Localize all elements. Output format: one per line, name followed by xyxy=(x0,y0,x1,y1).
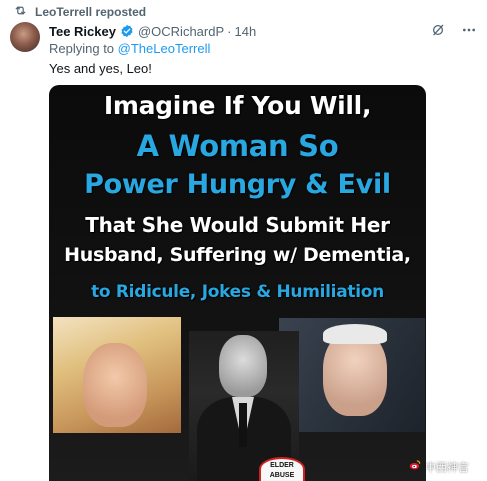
author-name[interactable]: Tee Rickey xyxy=(49,24,116,39)
tweet-header: Tee Rickey @OCRichardP · 14h xyxy=(49,22,477,40)
separator-dot: · xyxy=(227,23,232,39)
meme-line-3: Power Hungry & Evil xyxy=(84,169,391,200)
meme-line-6: to Ridicule, Jokes & Humiliation xyxy=(91,282,384,302)
tweet-text: Yes and yes, Leo! xyxy=(49,61,152,76)
sticker-top-text: ELDER xyxy=(270,462,294,469)
author-handle[interactable]: @OCRichardP xyxy=(138,24,224,39)
weibo-icon xyxy=(408,458,422,475)
replying-to: Replying to @TheLeoTerrell xyxy=(49,41,210,56)
replying-to-link[interactable]: @TheLeoTerrell xyxy=(118,41,211,56)
photo-center-face xyxy=(219,335,267,397)
repost-label: LeoTerrell reposted xyxy=(35,5,147,19)
sticker-bottom-text: ABUSE xyxy=(269,472,295,479)
photo-right-man xyxy=(279,318,425,432)
avatar[interactable] xyxy=(10,22,40,52)
elder-abuse-sticker: ELDER ABUSE xyxy=(259,457,305,481)
replying-prefix: Replying to xyxy=(49,41,115,56)
meme-line-5: Husband, Suffering w/ Dementia, xyxy=(64,244,411,266)
photo-right-hair xyxy=(323,324,387,344)
photo-left-face xyxy=(83,343,147,427)
photo-left-woman xyxy=(53,317,181,433)
watermark-text: 中西神言 xyxy=(425,461,469,474)
meme-line-2: A Woman So xyxy=(136,129,339,163)
more-options-icon[interactable] xyxy=(461,22,477,41)
verified-badge-icon xyxy=(120,24,134,38)
meme-line-1: Imagine If You Will, xyxy=(103,91,372,120)
tweet-media-image[interactable]: Imagine If You Will, A Woman So Power Hu… xyxy=(49,85,426,481)
repost-bar[interactable]: LeoTerrell reposted xyxy=(14,4,146,20)
repost-icon xyxy=(14,4,27,20)
photo-center-tie xyxy=(239,403,247,447)
grok-icon[interactable] xyxy=(431,23,445,40)
watermark: 中西神言 xyxy=(408,458,469,475)
meme-line-4: That She Would Submit Her xyxy=(85,213,390,237)
timestamp[interactable]: 14h xyxy=(234,24,256,39)
